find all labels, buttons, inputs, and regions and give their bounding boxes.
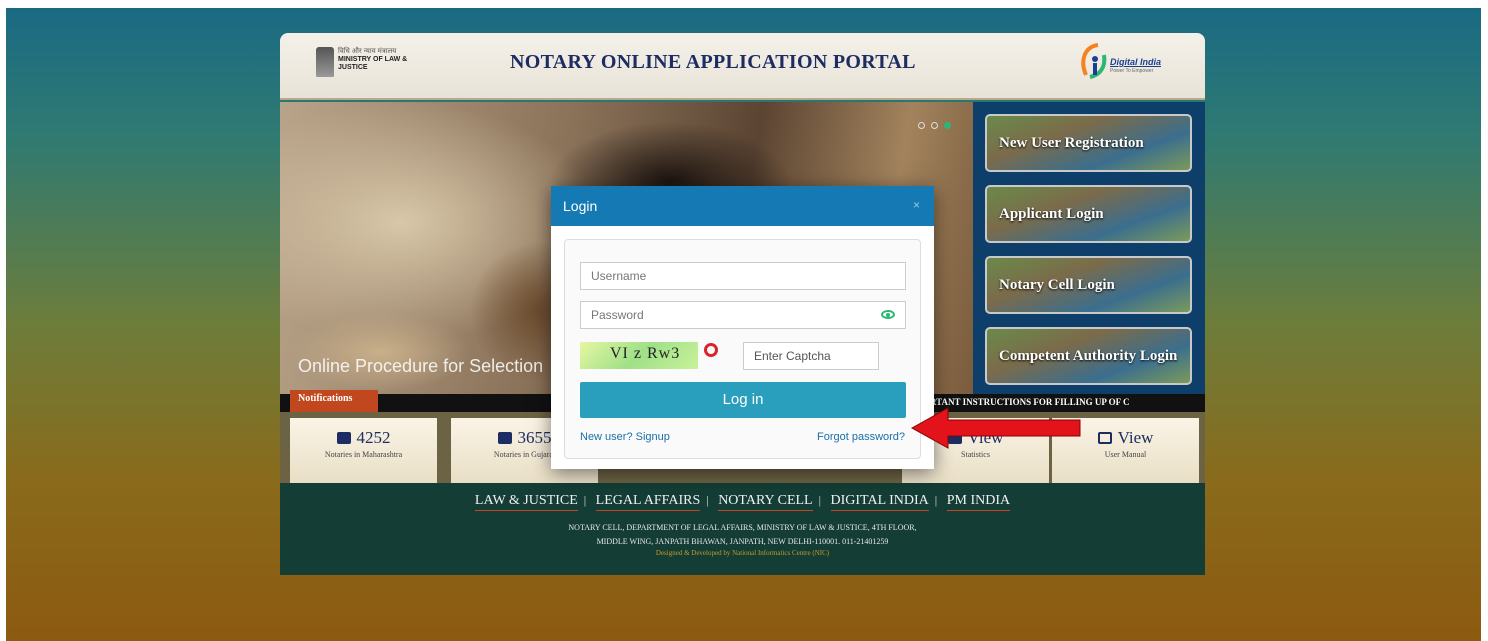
footer-address: NOTARY CELL, DEPARTMENT OF LEGAL AFFAIRS… <box>280 521 1205 549</box>
captcha-image: VI z Rw3 <box>580 342 698 369</box>
slider-dots <box>918 122 951 129</box>
notifications-tag: Notifications <box>290 390 378 412</box>
close-icon[interactable]: × <box>913 198 920 212</box>
password-input[interactable]: Password <box>580 301 906 329</box>
ministry-name: MINISTRY OF LAW & JUSTICE <box>338 56 408 71</box>
modal-header: Login × <box>551 186 934 226</box>
site-header: विधि और न्याय मंत्रालय MINISTRY OF LAW &… <box>280 33 1205 100</box>
stat-value: View <box>1117 428 1154 447</box>
captcha-input[interactable]: Enter Captcha <box>743 342 879 370</box>
hero-caption: Online Procedure for Selection <box>298 356 544 376</box>
digital-india-tagline: Power To Empower <box>1110 68 1154 74</box>
address-line: MIDDLE WING, JANPATH BHAWAN, JANPATH, NE… <box>596 537 889 546</box>
footer-link-pm-india[interactable]: PM INDIA <box>946 493 1011 511</box>
slider-dot-active[interactable] <box>944 122 951 129</box>
ministry-hindi: विधि और न्याय मंत्रालय <box>338 48 397 55</box>
red-arrow-icon <box>910 407 1081 449</box>
show-password-icon[interactable] <box>881 310 895 319</box>
list-icon <box>497 432 512 444</box>
notary-cell-login-button[interactable]: Notary Cell Login <box>985 256 1192 314</box>
slider-dot[interactable] <box>931 122 938 129</box>
page-title: NOTARY ONLINE APPLICATION PORTAL <box>510 51 916 73</box>
footer-link-notary-cell[interactable]: NOTARY CELL <box>718 493 813 511</box>
slider-dot[interactable] <box>918 122 925 129</box>
ministry-logo-text: विधि और न्याय मंत्रालय MINISTRY OF LAW &… <box>338 48 428 72</box>
applicant-login-button[interactable]: Applicant Login <box>985 185 1192 243</box>
footer-link-legal-affairs[interactable]: LEGAL AFFAIRS <box>595 493 701 511</box>
new-user-registration-button[interactable]: New User Registration <box>985 114 1192 172</box>
list-icon <box>336 432 351 444</box>
footer-link-law-justice[interactable]: LAW & JUSTICE <box>474 493 578 511</box>
competent-authority-login-button[interactable]: Competent Authority Login <box>985 327 1192 385</box>
quick-access-panel: New User Registration Applicant Login No… <box>973 102 1205 394</box>
footer-link-digital-india[interactable]: DIGITAL INDIA <box>830 493 929 511</box>
stat-value: 4252 <box>356 428 391 447</box>
address-line: NOTARY CELL, DEPARTMENT OF LEGAL AFFAIRS… <box>568 523 917 532</box>
stat-value: 3655 <box>517 428 552 447</box>
login-button[interactable]: Log in <box>580 382 906 418</box>
signup-link[interactable]: New user? Signup <box>580 431 670 443</box>
site-footer: LAW & JUSTICE | LEGAL AFFAIRS | NOTARY CEL… <box>280 483 1205 575</box>
national-emblem-icon <box>316 47 334 77</box>
modal-title: Login <box>563 198 598 214</box>
stat-card[interactable]: 4252 Notaries in Maharashtra <box>290 418 437 483</box>
stat-label: User Manual <box>1104 450 1147 459</box>
forgot-password-link[interactable]: Forgot password? <box>817 431 905 443</box>
login-modal: Login × Username Password VI z Rw3 Enter… <box>551 186 934 469</box>
password-placeholder: Password <box>591 308 644 322</box>
username-input[interactable]: Username <box>580 262 906 290</box>
login-form: Username Password VI z Rw3 Enter Captcha… <box>564 239 921 459</box>
footer-links: LAW & JUSTICE | LEGAL AFFAIRS | NOTARY CEL… <box>280 493 1205 511</box>
digital-india-icon <box>1081 43 1107 79</box>
stat-label: Notaries in Maharashtra <box>324 450 403 459</box>
book-icon <box>1097 432 1112 444</box>
digital-india-label[interactable]: Digital India <box>1110 57 1161 67</box>
footer-credit: Designed & Developed by National Informa… <box>655 549 830 557</box>
refresh-captcha-icon[interactable] <box>704 343 718 357</box>
